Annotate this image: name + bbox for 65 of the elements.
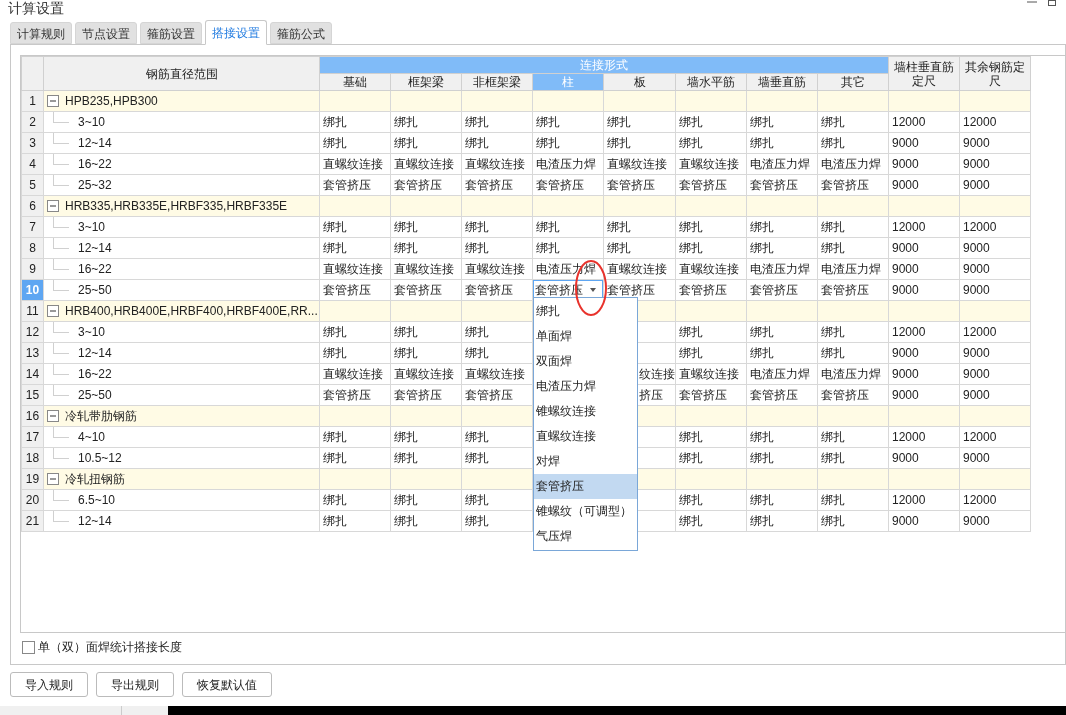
row-number[interactable]: 5	[21, 174, 44, 196]
collapse-icon[interactable]	[47, 473, 59, 485]
tab[interactable]: 节点设置	[75, 22, 137, 44]
diameter-range: 12~14	[78, 240, 112, 257]
group-name: 冷轧带肋钢筋	[65, 408, 137, 425]
collapse-icon[interactable]	[47, 305, 59, 317]
action-button[interactable]: 导出规则	[96, 672, 174, 697]
row-number[interactable]: 18	[21, 447, 44, 469]
diameter-range: 3~10	[78, 219, 106, 236]
group-name: HRB335,HRB335E,HRBF335,HRBF335E	[65, 198, 288, 215]
row-number[interactable]: 12	[21, 321, 44, 343]
row-number[interactable]: 19	[21, 468, 44, 490]
diameter-range: 6.5~10	[78, 492, 116, 509]
tab[interactable]: 搭接设置	[205, 20, 267, 45]
maximize-icon[interactable]	[1048, 0, 1056, 6]
row-number[interactable]: 9	[21, 258, 44, 280]
tab[interactable]: 箍筋设置	[140, 22, 202, 44]
diameter-range: 16~22	[78, 261, 112, 278]
row-number[interactable]: 15	[21, 384, 44, 406]
row-number[interactable]: 13	[21, 342, 44, 364]
row-number[interactable]: 4	[21, 153, 44, 175]
diameter-range: 4~10	[78, 429, 106, 446]
dropdown-arrow-icon[interactable]	[590, 288, 596, 292]
row-number[interactable]: 17	[21, 426, 44, 448]
checkbox-label: 单（双）面焊统计搭接长度	[38, 639, 182, 655]
row-number[interactable]: 2	[21, 111, 44, 133]
column-header: 其余钢筋定尺	[959, 56, 1031, 91]
row-number[interactable]: 11	[21, 300, 44, 322]
dropdown-option[interactable]: 套管挤压	[534, 474, 637, 499]
column-header: 墙柱垂直筋定尺	[888, 56, 960, 91]
row-number[interactable]: 3	[21, 132, 44, 154]
diameter-range: 16~22	[78, 156, 112, 173]
diameter-range: 25~50	[78, 282, 112, 299]
diameter-range: 3~10	[78, 114, 106, 131]
column-group-header: 连接形式	[319, 56, 889, 74]
row-number[interactable]: 20	[21, 489, 44, 511]
group-name: 冷轧扭钢筋	[65, 471, 125, 488]
diameter-range: 25~32	[78, 177, 112, 194]
row-number[interactable]: 16	[21, 405, 44, 427]
row-number[interactable]: 8	[21, 237, 44, 259]
collapse-icon[interactable]	[47, 95, 59, 107]
action-button[interactable]: 导入规则	[10, 672, 88, 697]
column-header: 钢筋直径范围	[43, 56, 320, 91]
action-button[interactable]: 恢复默认值	[182, 672, 272, 697]
row-number[interactable]: 14	[21, 363, 44, 385]
group-name: HRB400,HRB400E,HRBF400,HRBF400E,RR...	[65, 303, 318, 320]
diameter-range: 3~10	[78, 324, 106, 341]
diameter-range: 16~22	[78, 366, 112, 383]
collapse-icon[interactable]	[47, 200, 59, 212]
tab[interactable]: 计算规则	[10, 22, 72, 44]
tab[interactable]: 箍筋公式	[270, 22, 332, 44]
row-number[interactable]: 7	[21, 216, 44, 238]
row-number[interactable]: 1	[21, 90, 44, 112]
checkbox[interactable]	[22, 640, 35, 654]
diameter-range: 12~14	[78, 135, 112, 152]
collapse-icon[interactable]	[47, 410, 59, 422]
window-title: 计算设置	[8, 0, 64, 16]
diameter-range: 25~50	[78, 387, 112, 404]
minimize-icon[interactable]	[1026, 0, 1038, 4]
diameter-range: 12~14	[78, 513, 112, 530]
diameter-range: 10.5~12	[78, 450, 122, 467]
group-name: HPB235,HPB300	[65, 93, 158, 110]
diameter-range: 12~14	[78, 345, 112, 362]
row-number[interactable]: 21	[21, 510, 44, 532]
row-number[interactable]: 6	[21, 195, 44, 217]
